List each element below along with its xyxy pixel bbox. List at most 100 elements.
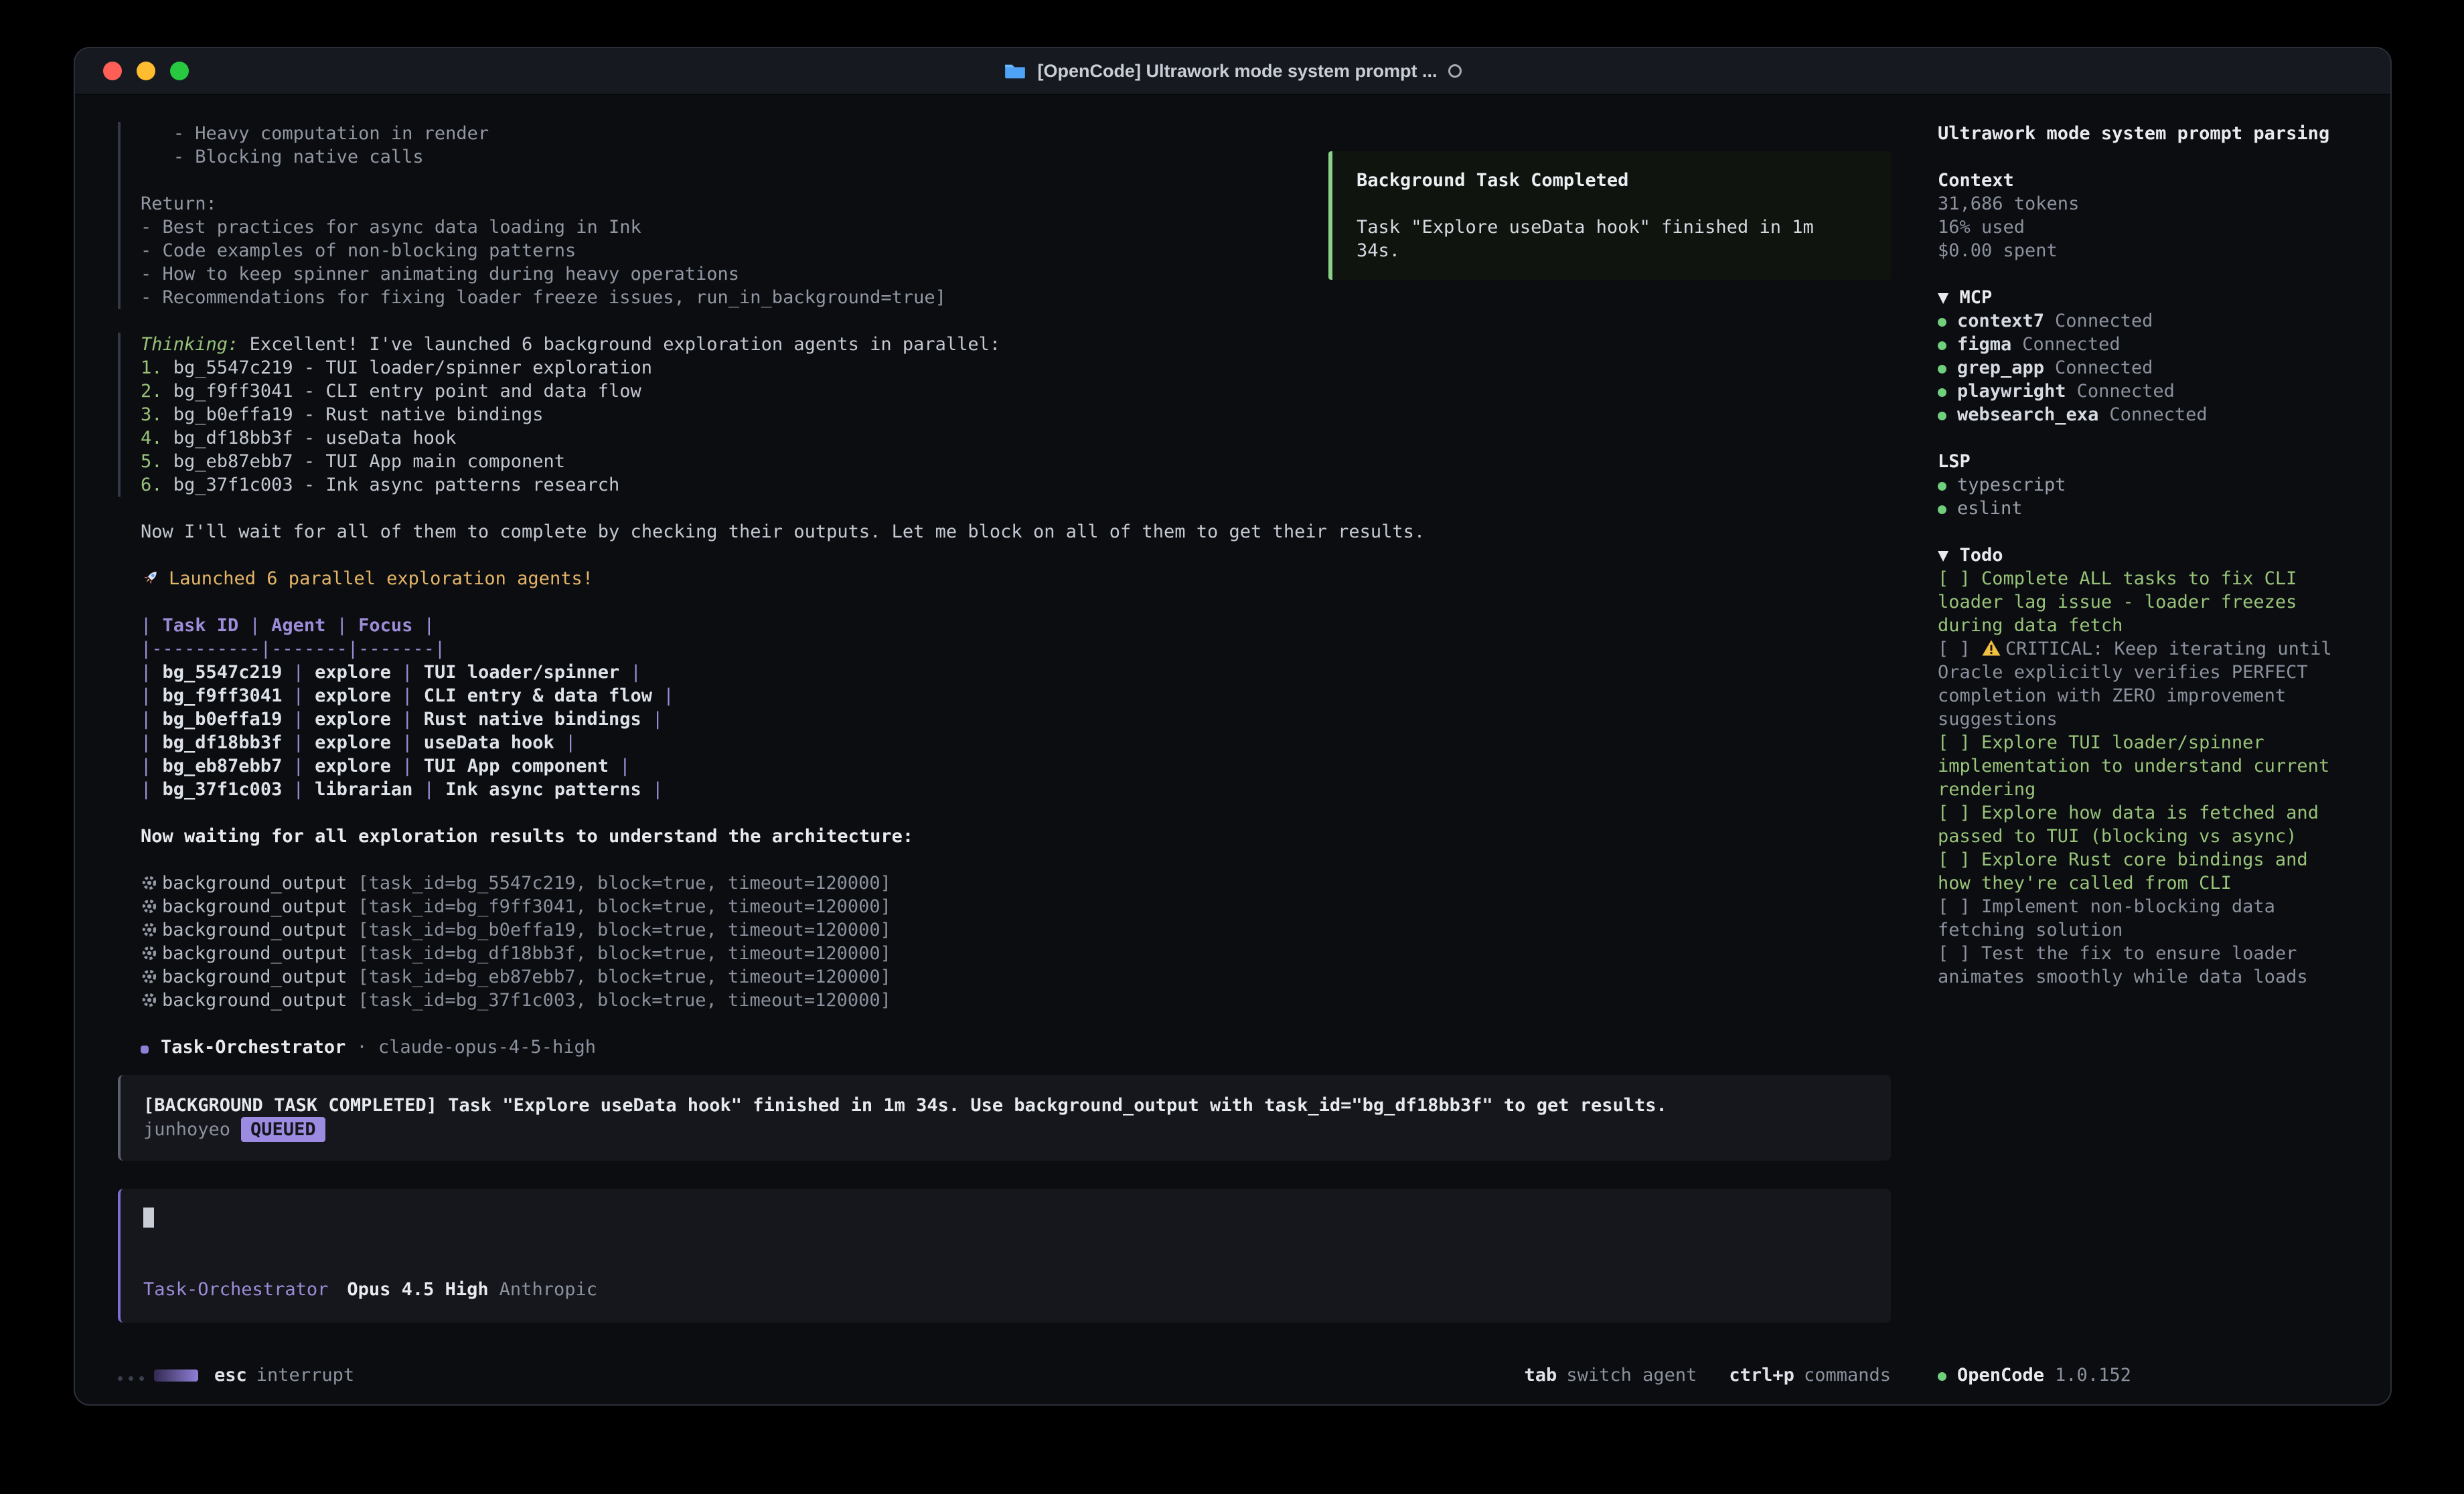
todo-text: Complete ALL tasks to fix CLI loader lag… bbox=[1938, 568, 2308, 636]
traffic-lights bbox=[103, 62, 189, 80]
thinking-intro-line: Thinking: Excellent! I've launched 6 bac… bbox=[121, 333, 1891, 356]
app-name: OpenCode bbox=[1957, 1365, 2044, 1386]
table-separator-row: |----------|-------|-------| bbox=[118, 637, 1891, 661]
mcp-status: Connected bbox=[2022, 334, 2120, 355]
launch-announcement: Launched 6 parallel exploration agents! bbox=[118, 567, 1891, 590]
text-cursor bbox=[143, 1208, 154, 1228]
window-title: [OpenCode] Ultrawork mode system prompt … bbox=[1037, 61, 1437, 82]
tool-name: background_output bbox=[162, 920, 347, 940]
mcp-name: context7 bbox=[1957, 311, 2044, 331]
todo-checkbox: [ ] bbox=[1938, 732, 1981, 753]
mcp-status: Connected bbox=[2077, 381, 2175, 402]
todo-checkbox: [ ] bbox=[1938, 639, 1981, 659]
zoom-window-button[interactable] bbox=[170, 62, 189, 80]
mcp-status: Connected bbox=[2055, 357, 2153, 378]
connected-dot-icon bbox=[1938, 412, 1946, 420]
minimize-window-button[interactable] bbox=[137, 62, 155, 80]
table-cell: explore bbox=[315, 685, 391, 706]
thinking-list-item: 3. bg_b0effa19 - Rust native bindings bbox=[121, 403, 1891, 426]
list-text: bg_df18bb3f - useData hook bbox=[173, 428, 457, 448]
input-agent-name[interactable]: Task-Orchestrator bbox=[143, 1279, 328, 1300]
sidebar[interactable]: Ultrawork mode system prompt parsing Con… bbox=[1938, 95, 2390, 1404]
connected-dot-icon bbox=[1938, 365, 1946, 374]
input-cursor-line[interactable] bbox=[143, 1208, 1868, 1231]
input-model-name[interactable]: Opus 4.5 High bbox=[347, 1279, 488, 1300]
todo-item: [ ] Explore how data is fetched and pass… bbox=[1938, 801, 2350, 848]
table-cell: explore bbox=[315, 709, 391, 730]
tool-args: [task_id=bg_37f1c003, block=true, timeou… bbox=[358, 990, 891, 1011]
connected-dot-icon bbox=[1938, 482, 1946, 491]
esc-key-hint: esc bbox=[214, 1363, 247, 1387]
table-row: | bg_37f1c003 | librarian | Ink async pa… bbox=[118, 778, 1891, 801]
table-cell: TUI App component bbox=[424, 756, 609, 776]
mcp-item-grep-app: grep_app Connected bbox=[1938, 356, 2350, 380]
mcp-name: grep_app bbox=[1957, 357, 2044, 378]
table-cell: TUI loader/spinner bbox=[424, 662, 620, 683]
table-row: | bg_f9ff3041 | explore | CLI entry & da… bbox=[118, 684, 1891, 708]
sidebar-footer: OpenCode1.0.152 bbox=[1938, 1363, 2350, 1387]
table-row: | bg_5547c219 | explore | TUI loader/spi… bbox=[118, 661, 1891, 684]
mcp-item-figma: figma Connected bbox=[1938, 333, 2350, 356]
progress-bar bbox=[154, 1370, 198, 1382]
agent-model: · claude-opus-4-5-high bbox=[356, 1037, 596, 1058]
thinking-list-item: 6. bg_37f1c003 - Ink async patterns rese… bbox=[121, 473, 1891, 497]
table-cell: bg_37f1c003 bbox=[163, 779, 283, 800]
table-cell: explore bbox=[315, 756, 391, 776]
list-text: bg_5547c219 - TUI loader/spinner explora… bbox=[173, 357, 652, 378]
connected-dot-icon bbox=[1938, 388, 1946, 397]
todo-item: [ ] Explore Rust core bindings and how t… bbox=[1938, 848, 2350, 895]
tool-call-line: background_output[task_id=bg_eb87ebb7, b… bbox=[118, 965, 1891, 989]
mcp-name: playwright bbox=[1957, 381, 2066, 402]
mcp-name: figma bbox=[1957, 334, 2011, 355]
table-header-row: | Task ID | Agent | Focus | bbox=[118, 614, 1891, 637]
gear-icon bbox=[141, 968, 158, 985]
mcp-heading[interactable]: ▼ MCP bbox=[1938, 286, 2350, 309]
agent-header: Task-Orchestrator · claude-opus-4-5-high bbox=[118, 1035, 1891, 1059]
list-number: 1. bbox=[141, 357, 173, 378]
input-footer: Task-Orchestrator Opus 4.5 High Anthropic bbox=[143, 1278, 1868, 1301]
close-window-button[interactable] bbox=[103, 62, 122, 80]
list-number: 6. bbox=[141, 475, 173, 495]
table-row: | bg_eb87ebb7 | explore | TUI App compon… bbox=[118, 754, 1891, 778]
gear-icon bbox=[141, 991, 158, 1009]
todo-text: Implement non-blocking data fetching sol… bbox=[1938, 896, 2286, 940]
table-cell: librarian bbox=[315, 779, 412, 800]
todo-text: Explore TUI loader/spinner implementatio… bbox=[1938, 732, 2340, 800]
list-text: bg_b0effa19 - Rust native bindings bbox=[173, 404, 544, 425]
connected-dot-icon bbox=[1938, 341, 1946, 350]
tool-args: [task_id=bg_eb87ebb7, block=true, timeou… bbox=[358, 967, 891, 987]
list-number: 5. bbox=[141, 451, 173, 472]
tool-args: [task_id=bg_5547c219, block=true, timeou… bbox=[358, 873, 891, 894]
background-task-banner: [BACKGROUND TASK COMPLETED] Task "Explor… bbox=[118, 1075, 1891, 1161]
mcp-item-websearch-exa: websearch_exaConnected bbox=[1938, 403, 2350, 426]
window-titlebar[interactable]: [OpenCode] Ultrawork mode system prompt … bbox=[75, 48, 2390, 95]
gear-icon bbox=[141, 921, 158, 938]
input-provider-name: Anthropic bbox=[499, 1279, 597, 1300]
gear-icon bbox=[141, 944, 158, 962]
queued-user: junhoyeo bbox=[143, 1119, 230, 1140]
window-content: Background Task Completed Task "Explore … bbox=[75, 95, 2390, 1404]
table-cell: Ink async patterns bbox=[445, 779, 641, 800]
gear-icon bbox=[141, 874, 158, 892]
todo-text: Explore how data is fetched and passed t… bbox=[1938, 803, 2329, 847]
todo-item: [ ] CRITICAL: Keep iterating until Oracl… bbox=[1938, 637, 2350, 731]
lsp-name: typescript bbox=[1957, 475, 2066, 495]
context-used: 16% used bbox=[1938, 216, 2350, 239]
thinking-list-item: 4. bg_df18bb3f - useData hook bbox=[121, 426, 1891, 450]
prompt-input[interactable]: Task-Orchestrator Opus 4.5 High Anthropic bbox=[118, 1189, 1891, 1323]
table-cell: bg_df18bb3f bbox=[163, 732, 283, 753]
warning-icon bbox=[1981, 639, 2001, 657]
chat-transcript[interactable]: Background Task Completed Task "Explore … bbox=[75, 95, 1938, 1404]
thinking-label: Thinking: bbox=[141, 334, 238, 355]
todo-checkbox: [ ] bbox=[1938, 896, 1981, 917]
agent-name: Task-Orchestrator bbox=[161, 1037, 345, 1058]
ctrlp-key-label: commands bbox=[1804, 1363, 1891, 1387]
list-text: bg_eb87ebb7 - TUI App main component bbox=[173, 451, 565, 472]
tool-output-line: - Heavy computation in render bbox=[121, 122, 1891, 145]
todo-item: [ ] Test the fix to ensure loader animat… bbox=[1938, 942, 2350, 989]
lsp-heading: LSP bbox=[1938, 450, 2350, 473]
task-completed-toast[interactable]: Background Task Completed Task "Explore … bbox=[1328, 151, 1891, 280]
sidebar-title: Ultrawork mode system prompt parsing bbox=[1938, 122, 2350, 145]
tool-name: background_output bbox=[162, 990, 347, 1011]
todo-heading[interactable]: ▼ Todo bbox=[1938, 544, 2350, 567]
